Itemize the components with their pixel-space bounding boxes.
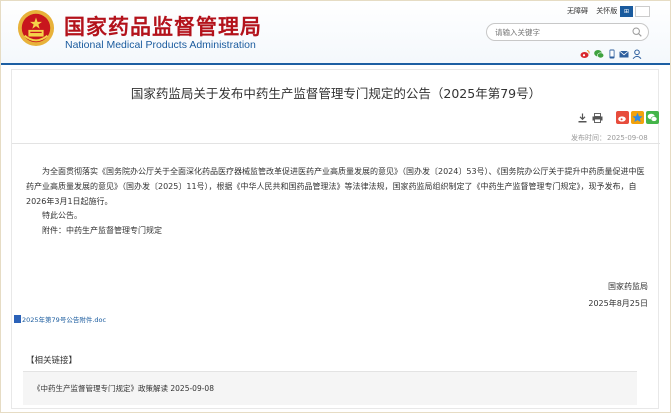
publish-label: 发布时间： bbox=[571, 134, 606, 142]
search-box bbox=[486, 23, 649, 41]
print-icon[interactable] bbox=[592, 113, 603, 123]
related-links-label: 【相关链接】 bbox=[26, 356, 78, 366]
search-input[interactable] bbox=[495, 26, 625, 38]
article-container: 国家药监局关于发布中药生产监督管理专门规定的公告（2025年第79号） 发布时间… bbox=[11, 69, 660, 409]
weibo-icon[interactable] bbox=[580, 44, 590, 58]
wechat-icon[interactable] bbox=[594, 44, 605, 59]
related-links-box: 《中药生产监督管理专门规定》政策解读 2025-09-08 bbox=[23, 371, 637, 405]
emblem-icon[interactable] bbox=[17, 9, 55, 47]
user-icon[interactable] bbox=[632, 44, 642, 60]
doc-icon bbox=[14, 315, 21, 323]
title-divider bbox=[12, 143, 660, 144]
top-links: 无障碍 关怀版 bbox=[567, 6, 623, 16]
attachment-link[interactable]: 2025年第79号公告附件.doc bbox=[14, 314, 106, 324]
article-title: 国家药监局关于发布中药生产监督管理专门规定的公告（2025年第79号） bbox=[130, 86, 542, 101]
site-subtitle: National Medical Products Administration bbox=[65, 39, 256, 51]
publish-date: 2025-09-08 bbox=[607, 134, 648, 142]
share-weibo-icon[interactable] bbox=[616, 111, 629, 124]
article-paragraph: 特此公告。 bbox=[42, 211, 82, 221]
language-switch[interactable] bbox=[635, 6, 650, 17]
share-qzone-icon[interactable] bbox=[631, 111, 644, 124]
care-mode-link[interactable]: 关怀版 bbox=[596, 7, 617, 15]
header-divider bbox=[1, 63, 670, 65]
article-paragraph: 为全面贯彻落实《国务院办公厅关于全面深化药品医疗器械监管改革促进医药产业高质量发… bbox=[26, 167, 645, 206]
sign-date: 2025年8月25日 bbox=[588, 299, 648, 308]
signer: 国家药监局 bbox=[608, 282, 648, 291]
page-frame: 国家药品监督管理局 National Medical Products Admi… bbox=[0, 0, 671, 413]
share-wechat-icon[interactable] bbox=[646, 111, 659, 124]
language-icon[interactable]: ⊞ bbox=[620, 6, 633, 17]
related-link[interactable]: 《中药生产监督管理专门规定》政策解读 2025-09-08 bbox=[33, 383, 214, 394]
site-header: 国家药品监督管理局 National Medical Products Admi… bbox=[1, 1, 670, 63]
site-title[interactable]: 国家药品监督管理局 bbox=[64, 11, 262, 41]
publish-time: 发布时间：2025-09-08 bbox=[570, 133, 648, 143]
accessibility-link[interactable]: 无障碍 bbox=[567, 7, 588, 15]
mail-icon[interactable] bbox=[619, 44, 629, 58]
article-body: 为全面贯彻落实《国务院办公厅关于全面深化药品医疗器械监管改革促进医药产业高质量发… bbox=[26, 165, 647, 239]
download-icon[interactable] bbox=[578, 113, 587, 123]
attachment-filename[interactable]: 2025年第79号公告附件.doc bbox=[22, 316, 106, 324]
mobile-icon[interactable] bbox=[607, 44, 617, 59]
attachment-line: 附件：中药生产监督管理专门规定 bbox=[42, 226, 162, 236]
search-icon[interactable] bbox=[632, 27, 642, 37]
